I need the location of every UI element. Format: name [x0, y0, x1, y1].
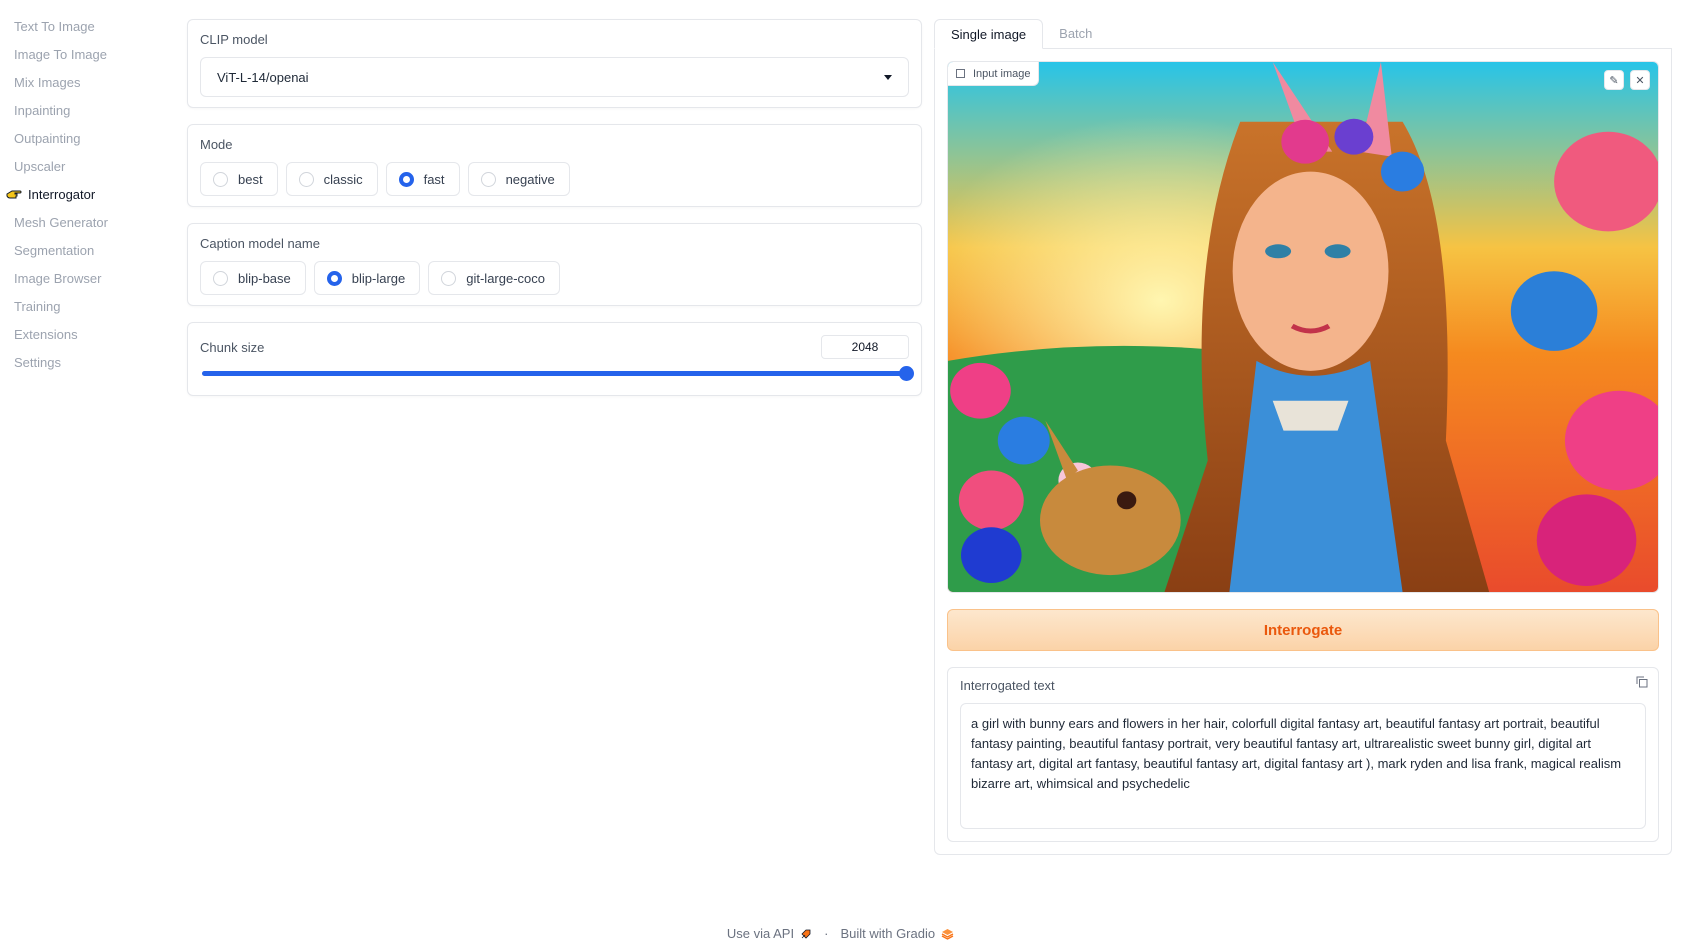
caption-option-blip-base[interactable]: blip-base	[200, 261, 306, 295]
pointing-hand-icon	[6, 190, 22, 199]
mode-label: Mode	[200, 137, 233, 152]
sidebar-item-label: Segmentation	[14, 242, 95, 258]
sidebar-item-inpainting[interactable]: Inpainting	[0, 96, 170, 124]
image-column: Single image Batch Input image ✎ ✕ Inter…	[934, 19, 1672, 855]
sidebar-item-mix-images[interactable]: Mix Images	[0, 68, 170, 96]
mode-panel: Mode best classic fast negative	[187, 124, 922, 207]
sidebar-item-label: Mix Images	[14, 74, 81, 90]
input-image[interactable]: Input image ✎ ✕	[947, 61, 1659, 593]
sidebar-item-text-to-image[interactable]: Text To Image	[0, 12, 170, 40]
sidebar-item-label: Inpainting	[14, 102, 71, 118]
interrogated-text-area[interactable]: a girl with bunny ears and flowers in he…	[960, 703, 1646, 829]
sidebar-item-outpainting[interactable]: Outpainting	[0, 124, 170, 152]
copy-icon[interactable]	[1636, 676, 1648, 688]
caption-option-blip-large[interactable]: blip-large	[313, 261, 421, 295]
clip-model-label: CLIP model	[200, 32, 268, 47]
interrogate-button[interactable]: Interrogate	[947, 609, 1659, 651]
gradio-logo-icon	[941, 928, 954, 940]
mode-radio-group: best classic fast negative	[200, 162, 909, 196]
input-tabs: Single image Batch	[934, 19, 1672, 49]
sidebar-item-label: Image To Image	[14, 46, 107, 62]
caption-model-label: Caption model name	[200, 236, 320, 251]
built-with-gradio-link[interactable]: Built with Gradio	[840, 926, 935, 941]
sidebar-item-label: Text To Image	[14, 18, 95, 34]
caret-down-icon	[884, 74, 892, 80]
input-image-label-text: Input image	[973, 67, 1031, 80]
slider-thumb[interactable]	[899, 366, 914, 381]
caption-model-panel: Caption model name blip-base blip-large …	[187, 223, 922, 306]
interrogated-text-label: Interrogated text	[960, 678, 1055, 693]
caption-option-git-large-coco[interactable]: git-large-coco	[428, 261, 561, 295]
image-icon	[956, 69, 965, 78]
chunk-size-panel: Chunk size 2048	[187, 322, 922, 396]
radio-icon	[298, 171, 314, 187]
radio-icon	[441, 270, 457, 286]
sidebar-item-label: Outpainting	[14, 130, 81, 146]
radio-selected-icon	[398, 171, 414, 187]
sidebar-item-mesh-generator[interactable]: Mesh Generator	[0, 208, 170, 236]
sidebar-item-label: Mesh Generator	[14, 214, 108, 230]
tab-panel: Input image ✎ ✕ Interrogate Interrogated…	[934, 49, 1672, 855]
radio-icon	[480, 171, 496, 187]
slider-fill	[202, 371, 907, 376]
radio-icon	[213, 270, 228, 286]
sidebar-item-image-browser[interactable]: Image Browser	[0, 264, 170, 292]
tab-single-image[interactable]: Single image	[934, 19, 1044, 49]
sidebar-item-label: Extensions	[14, 326, 78, 342]
interrogated-text-panel: Interrogated text a girl with bunny ears…	[947, 667, 1659, 842]
sidebar-item-image-to-image[interactable]: Image To Image	[0, 40, 170, 68]
clip-model-panel: CLIP model ViT-L-14/openai	[187, 19, 922, 108]
input-image-label: Input image	[948, 62, 1040, 86]
radio-label: classic	[323, 171, 363, 187]
rocket-icon	[801, 929, 811, 939]
mode-option-classic[interactable]: classic	[285, 162, 378, 196]
radio-selected-icon	[326, 270, 342, 286]
sidebar-item-interrogator[interactable]: Interrogator	[0, 180, 170, 208]
input-image-picture	[948, 62, 1658, 592]
chunk-size-slider[interactable]	[202, 365, 914, 381]
chunk-size-label: Chunk size	[200, 339, 265, 355]
radio-label: blip-base	[238, 270, 291, 286]
sidebar-item-extensions[interactable]: Extensions	[0, 320, 170, 348]
sidebar-item-segmentation[interactable]: Segmentation	[0, 236, 170, 264]
footer: Use via API · Built with Gradio	[0, 926, 1681, 941]
sidebar-item-label: Interrogator	[28, 186, 96, 202]
footer-separator: ·	[824, 926, 829, 941]
radio-label: best	[238, 171, 263, 187]
sidebar-item-settings[interactable]: Settings	[0, 348, 170, 376]
use-via-api-link[interactable]: Use via API	[727, 926, 794, 941]
radio-label: blip-large	[351, 270, 406, 286]
radio-label: git-large-coco	[466, 270, 546, 286]
radio-icon	[213, 171, 228, 187]
sidebar-item-upscaler[interactable]: Upscaler	[0, 152, 170, 180]
sidebar-item-label: Training	[14, 298, 61, 314]
clip-model-dropdown[interactable]: ViT-L-14/openai	[200, 57, 909, 97]
sidebar-item-label: Upscaler	[14, 158, 66, 174]
pencil-icon[interactable]: ✎	[1604, 70, 1624, 90]
sidebar-item-label: Settings	[14, 354, 61, 370]
chunk-size-input[interactable]: 2048	[821, 335, 909, 359]
sidebar-nav: Text To Image Image To Image Mix Images …	[0, 12, 170, 376]
image-toolbar: ✎ ✕	[1604, 70, 1650, 90]
tab-batch[interactable]: Batch	[1043, 19, 1108, 48]
close-icon[interactable]: ✕	[1630, 70, 1650, 90]
radio-label: fast	[423, 171, 445, 187]
mode-option-best[interactable]: best	[200, 162, 278, 196]
settings-column: CLIP model ViT-L-14/openai Mode best cla…	[187, 19, 922, 412]
clip-model-value: ViT-L-14/openai	[217, 69, 309, 85]
sidebar-item-label: Image Browser	[14, 270, 102, 286]
sidebar-item-training[interactable]: Training	[0, 292, 170, 320]
mode-option-fast[interactable]: fast	[385, 162, 460, 196]
radio-label: negative	[505, 171, 555, 187]
caption-radio-group: blip-base blip-large git-large-coco	[200, 261, 909, 295]
mode-option-negative[interactable]: negative	[467, 162, 570, 196]
